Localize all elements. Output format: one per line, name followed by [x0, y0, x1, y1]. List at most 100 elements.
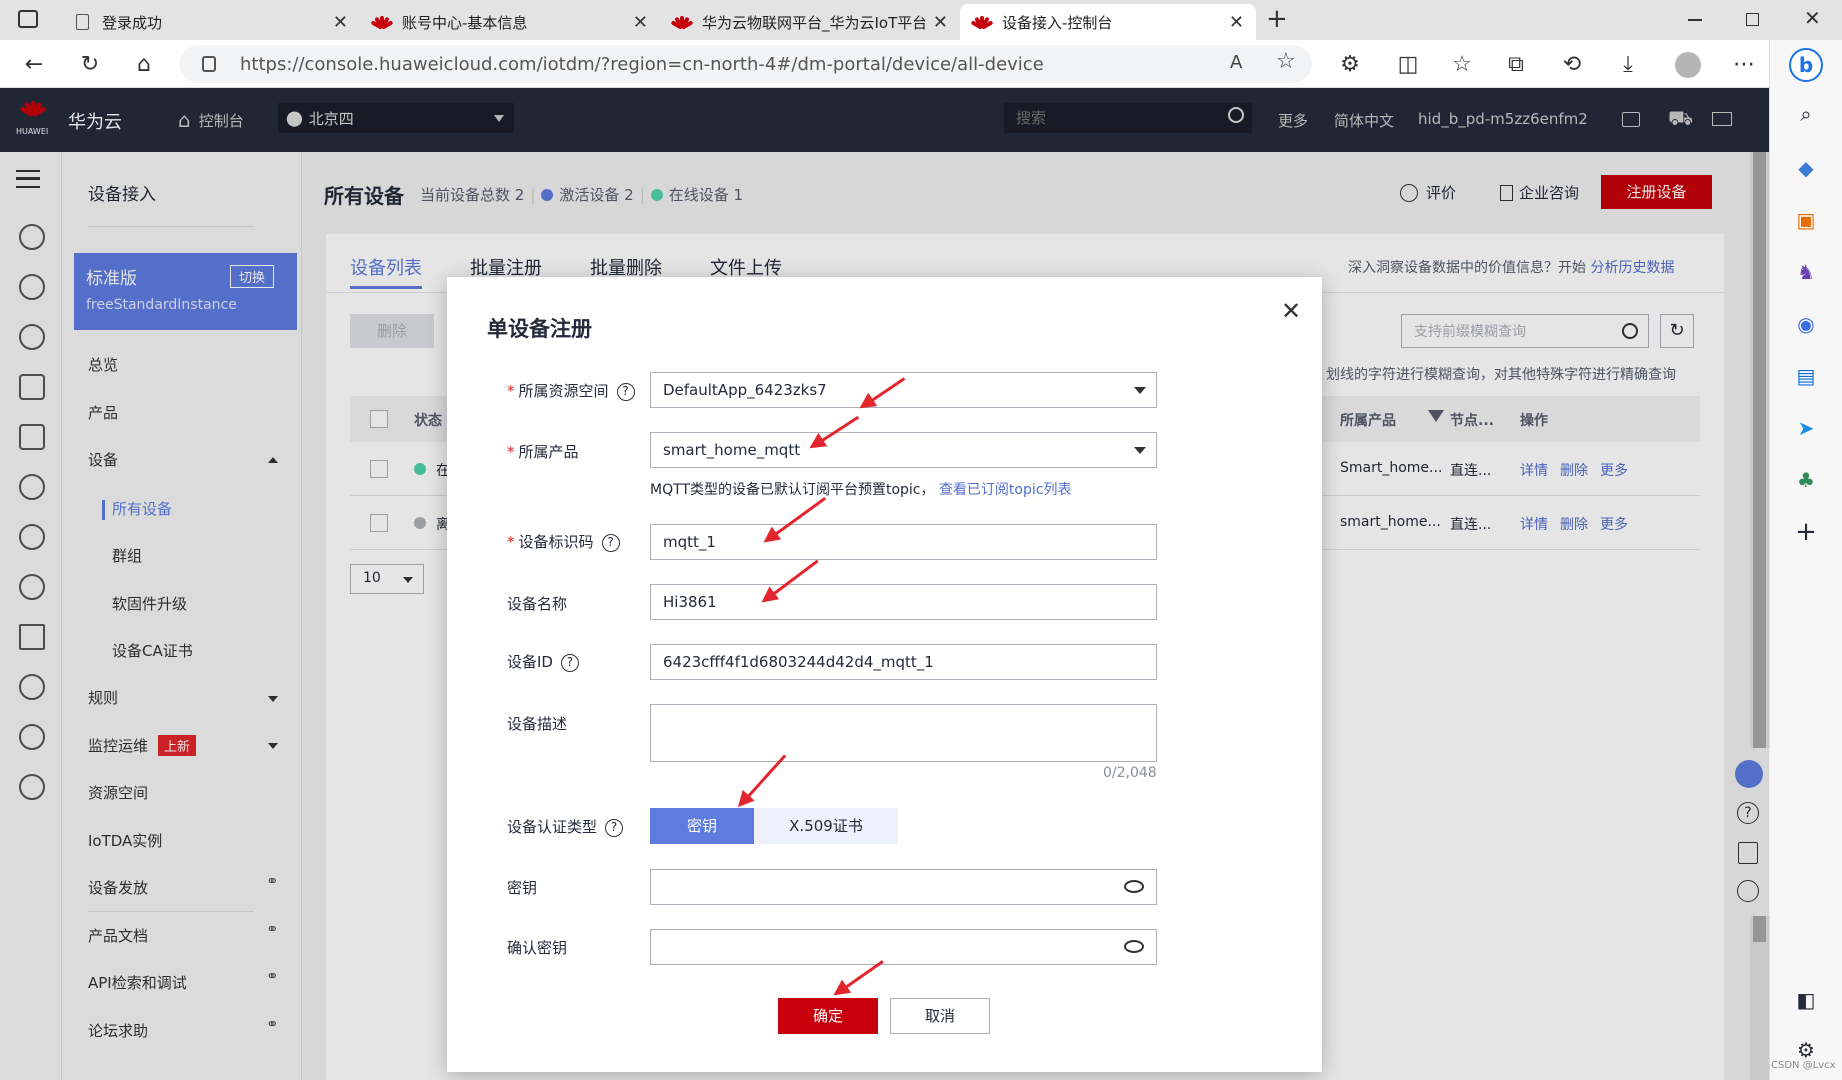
tree-icon[interactable]: ♣ [1792, 466, 1820, 494]
extensions-icon[interactable]: ⚙ [1334, 48, 1366, 80]
label-text: 所属资源空间 [518, 382, 609, 400]
field-value: mqtt_1 [663, 533, 716, 551]
device-id-label: 设备ID? [507, 651, 579, 672]
label-text: 设备认证类型 [507, 818, 598, 836]
tools-icon[interactable]: ▣ [1792, 206, 1820, 234]
description-textarea[interactable] [650, 704, 1157, 762]
tab-title: 账号中心-基本信息 [402, 13, 528, 32]
product-select[interactable]: smart_home_mqtt [650, 432, 1157, 468]
games-icon[interactable]: ♞ [1792, 258, 1820, 286]
confirm-secret-label: 确认密钥 [507, 937, 567, 958]
resource-space-label: * 所属资源空间? [507, 380, 635, 401]
tab-actions-icon[interactable] [18, 10, 38, 28]
secret-input[interactable] [650, 869, 1157, 905]
node-id-input[interactable]: mqtt_1 [650, 524, 1157, 560]
close-icon[interactable]: ✕ [1229, 12, 1244, 33]
url-text: https://console.huaweicloud.com/iotdm/?r… [240, 53, 1044, 75]
field-value: smart_home_mqtt [663, 441, 801, 459]
browser-address-bar: ← ↻ ⌂ https://console.huaweicloud.com/io… [0, 40, 1842, 88]
browser-tab-1[interactable]: 登录成功 ✕ [60, 4, 360, 40]
view-topics-link[interactable]: 查看已订阅topic列表 [939, 482, 1072, 498]
device-name-label: 设备名称 [507, 593, 567, 614]
help-icon[interactable]: ? [616, 382, 635, 401]
device-name-input[interactable]: Hi3861 [650, 584, 1157, 620]
search-icon[interactable]: ⌕ [1792, 100, 1820, 128]
node-id-label: * 设备标识码? [507, 531, 620, 552]
field-value: DefaultApp_6423zks7 [663, 381, 827, 399]
shopping-icon[interactable]: ◆ [1792, 154, 1820, 182]
browser-tab-4[interactable]: 设备接入-控制台 ✕ [960, 4, 1256, 40]
edge-sidebar: b ⌕ ◆ ▣ ♞ ◉ ▤ ➤ ♣ + ◧ ⚙ CSDN @Lvcx [1769, 40, 1842, 1080]
home-icon[interactable]: ⌂ [128, 48, 160, 80]
label-text: 密钥 [507, 879, 538, 897]
profile-avatar[interactable] [1675, 52, 1701, 78]
favorites-icon[interactable]: ☆ [1446, 48, 1478, 80]
browser-tab-bar: 登录成功 ✕ 账号中心-基本信息 ✕ 华为云物联网平台_华为云IoT平台 ✕ 设… [0, 0, 1842, 40]
chevron-down-icon [1134, 387, 1146, 394]
close-icon[interactable]: ✕ [633, 12, 648, 33]
add-favorite-icon[interactable]: ☆ [1276, 49, 1296, 74]
watermark: CSDN @Lvcx [1771, 1060, 1836, 1071]
label-text: 设备ID [507, 653, 553, 671]
auth-secret-option[interactable]: 密钥 [650, 808, 754, 844]
close-icon[interactable]: ✕ [1281, 297, 1301, 325]
tab-title: 华为云物联网平台_华为云IoT平台 [702, 13, 925, 32]
close-icon[interactable]: ✕ [933, 12, 948, 33]
device-id-input[interactable]: 6423cfff4f1d6803244d42d4_mqtt_1 [650, 644, 1157, 680]
office-icon[interactable]: ◉ [1792, 310, 1820, 338]
back-icon[interactable]: ← [18, 48, 50, 80]
huawei-logo-icon [970, 13, 994, 31]
confirm-button[interactable]: 确定 [778, 998, 878, 1034]
huawei-logo-icon [670, 13, 694, 31]
split-screen-icon[interactable]: ◫ [1392, 48, 1424, 80]
page-icon [72, 13, 92, 31]
label-text: 所属产品 [518, 443, 579, 461]
confirm-secret-input[interactable] [650, 929, 1157, 965]
label-text: 设备描述 [507, 715, 568, 733]
browser-tab-3[interactable]: 华为云物联网平台_华为云IoT平台 ✕ [660, 4, 960, 40]
tab-title: 设备接入-控制台 [1002, 13, 1113, 32]
new-tab-icon[interactable]: + [1266, 4, 1288, 34]
auth-type-label: 设备认证类型? [507, 816, 624, 837]
restore-icon[interactable] [1746, 13, 1759, 26]
field-value: Hi3861 [663, 593, 717, 611]
help-icon[interactable]: ? [601, 533, 620, 552]
tab-title: 登录成功 [102, 13, 163, 32]
send-icon[interactable]: ➤ [1792, 414, 1820, 442]
huawei-logo-icon [370, 13, 394, 31]
description-counter: 0/2,048 [1103, 765, 1157, 781]
annotation-arrow [836, 960, 884, 995]
refresh-icon[interactable]: ↻ [74, 48, 106, 80]
url-bar[interactable]: https://console.huaweicloud.com/iotdm/?r… [180, 45, 1312, 83]
window-close-icon[interactable]: ✕ [1804, 6, 1821, 30]
downloads-icon[interactable]: ⤓ [1612, 48, 1644, 80]
outlook-icon[interactable]: ▤ [1792, 362, 1820, 390]
eye-hidden-icon[interactable] [1124, 880, 1144, 893]
mqtt-hint: MQTT类型的设备已默认订阅平台预置topic， 查看已订阅topic列表 [650, 479, 1071, 499]
lock-icon [202, 56, 216, 72]
label-text: 设备标识码 [518, 533, 594, 551]
add-icon[interactable]: + [1792, 517, 1820, 547]
mqtt-hint-text: MQTT类型的设备已默认订阅平台预置topic， [650, 482, 935, 498]
annotation-arrow [739, 754, 787, 806]
read-aloud-icon[interactable]: A [1230, 52, 1242, 73]
help-icon[interactable]: ? [560, 653, 579, 672]
menu-icon[interactable]: ⋯ [1728, 48, 1760, 80]
eye-hidden-icon[interactable] [1124, 940, 1144, 953]
sidebar-layout-icon[interactable]: ◧ [1792, 986, 1820, 1014]
browser-tab-2[interactable]: 账号中心-基本信息 ✕ [360, 4, 660, 40]
secret-label: 密钥 [507, 877, 537, 898]
label-text: 确认密钥 [507, 939, 568, 957]
label-text: 设备名称 [507, 595, 568, 613]
register-device-dialog: 单设备注册 ✕ * 所属资源空间? DefaultApp_6423zks7 * 所属… [447, 277, 1322, 1072]
close-icon[interactable]: ✕ [333, 12, 348, 33]
product-label: * 所属产品 [507, 443, 579, 461]
auth-x509-option[interactable]: X.509证书 [754, 808, 898, 844]
collections-icon[interactable]: ⧉ [1500, 48, 1532, 80]
help-icon[interactable]: ? [605, 818, 624, 837]
history-icon[interactable]: ⟲ [1556, 48, 1588, 80]
minimize-icon[interactable] [1688, 19, 1702, 21]
chevron-down-icon [1134, 447, 1146, 454]
bing-icon[interactable]: b [1789, 48, 1823, 82]
cancel-button[interactable]: 取消 [890, 998, 990, 1034]
